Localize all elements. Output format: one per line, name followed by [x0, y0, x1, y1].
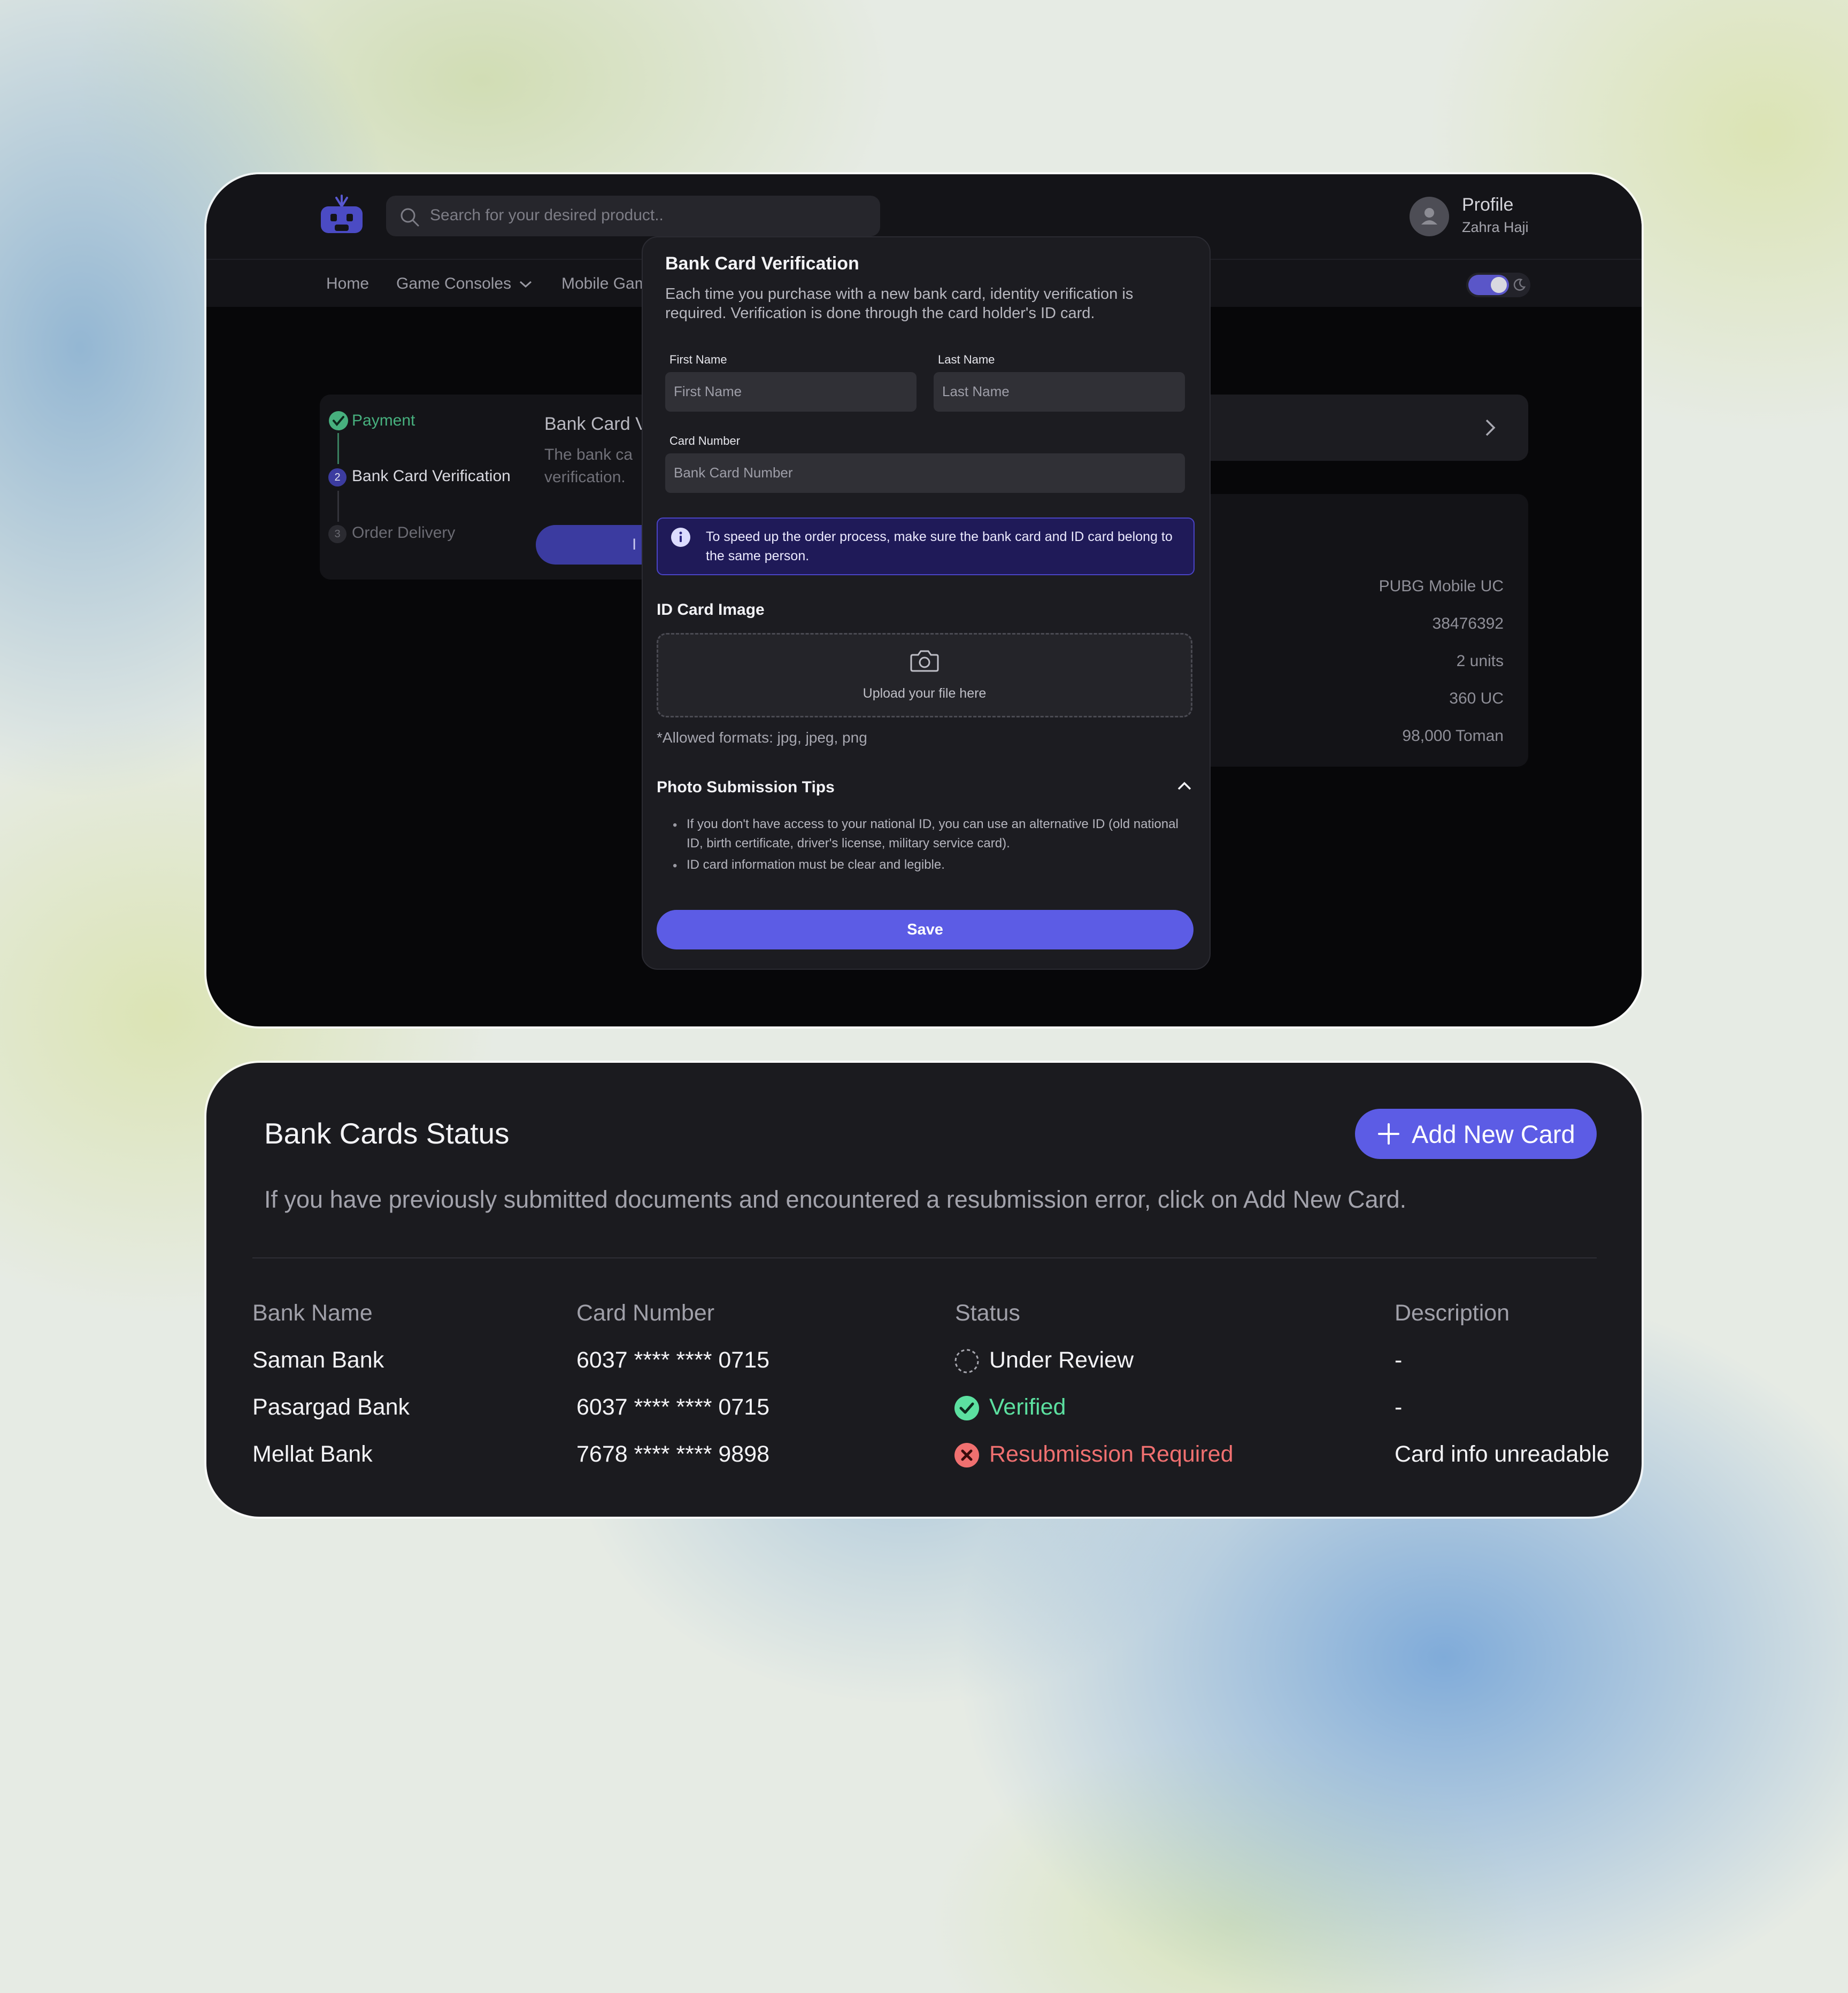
- table-row[interactable]: Saman Bank 6037 **** **** 0715 Under Rev…: [206, 1341, 1642, 1378]
- order-details-panel: PUBG Mobile UC 38476392 2 units 360 UC 9…: [1185, 494, 1528, 767]
- column-header-description: Description: [1395, 1300, 1510, 1326]
- check-circle-icon: [954, 1395, 980, 1421]
- first-name-label: First Name: [669, 353, 727, 366]
- step-payment-label: Payment: [352, 412, 415, 429]
- error-circle-icon: [954, 1442, 980, 1468]
- bank-name: Pasargad Bank: [252, 1394, 410, 1420]
- bank-name: Mellat Bank: [252, 1441, 373, 1467]
- status-text: Verified: [989, 1394, 1066, 1420]
- moon-icon: [1512, 278, 1526, 292]
- chevron-right-icon: [1484, 418, 1496, 437]
- description-text: -: [1395, 1394, 1403, 1420]
- tip-bullet: •: [673, 818, 677, 832]
- card-number-input[interactable]: Bank Card Number: [665, 453, 1185, 493]
- checkout-screen: Search for your desired product.. Profil…: [206, 174, 1642, 1026]
- step-connector: [337, 491, 339, 522]
- step-connector: [337, 433, 339, 464]
- panel-desc-line1: The bank ca: [544, 446, 633, 464]
- first-name-input[interactable]: First Name: [665, 372, 917, 412]
- allowed-formats: *Allowed formats: jpg, jpeg, png: [657, 729, 867, 746]
- status-title: Bank Cards Status: [264, 1117, 510, 1150]
- table-row[interactable]: Pasargad Bank 6037 **** **** 0715 Verifi…: [206, 1388, 1642, 1425]
- add-new-card-button[interactable]: Add New Card: [1355, 1109, 1597, 1159]
- modal-title: Bank Card Verification: [665, 253, 859, 274]
- table-row[interactable]: Mellat Bank 7678 **** **** 9898 Resubmis…: [206, 1435, 1642, 1472]
- order-product: PUBG Mobile UC: [1379, 577, 1504, 595]
- order-quantity: 2 units: [1456, 652, 1504, 670]
- column-header-card-number: Card Number: [576, 1300, 715, 1326]
- nav-home[interactable]: Home: [326, 275, 369, 293]
- order-price: 98,000 Toman: [1402, 727, 1504, 745]
- profile-name: Zahra Haji: [1462, 219, 1529, 235]
- search-bar[interactable]: Search for your desired product..: [386, 196, 880, 236]
- info-text: To speed up the order process, make sure…: [706, 529, 1173, 563]
- nav-mobile-games[interactable]: Mobile Gam: [561, 275, 648, 293]
- upload-text: Upload your file here: [863, 686, 987, 701]
- status-description: If you have previously submitted documen…: [264, 1186, 1407, 1213]
- payment-method-row[interactable]: [1185, 395, 1528, 461]
- order-amount: 360 UC: [1449, 690, 1504, 707]
- nav-game-consoles[interactable]: Game Consoles: [396, 275, 511, 293]
- card-number: 6037 **** **** 0715: [576, 1347, 770, 1373]
- modal-description: Each time you purchase with a new bank c…: [665, 285, 1134, 322]
- last-name-label: Last Name: [938, 353, 995, 366]
- chevron-down-icon: [519, 280, 533, 289]
- save-button[interactable]: Save: [657, 910, 1194, 949]
- check-circle-icon: [328, 411, 349, 431]
- search-icon: [399, 206, 420, 228]
- last-name-input[interactable]: Last Name: [934, 372, 1185, 412]
- tip-bullet: •: [673, 859, 677, 873]
- camera-icon: [910, 647, 940, 673]
- card-number-label: Card Number: [669, 434, 741, 447]
- search-placeholder: Search for your desired product..: [430, 206, 664, 224]
- avatar[interactable]: [1410, 197, 1449, 236]
- description-text: -: [1395, 1347, 1403, 1373]
- add-new-card-label: Add New Card: [1412, 1120, 1575, 1148]
- step-number-3: 3: [328, 525, 346, 543]
- plus-icon: [1377, 1123, 1400, 1145]
- column-header-bank-name: Bank Name: [252, 1300, 373, 1326]
- status-text: Under Review: [989, 1347, 1134, 1373]
- card-number: 7678 **** **** 9898: [576, 1441, 770, 1467]
- info-banner: To speed up the order process, make sure…: [657, 517, 1195, 575]
- file-upload-dropzone[interactable]: Upload your file here: [657, 633, 1192, 717]
- column-header-status: Status: [955, 1300, 1020, 1326]
- profile-title[interactable]: Profile: [1462, 195, 1513, 215]
- step-number-2: 2: [328, 468, 346, 486]
- order-id: 38476392: [1432, 615, 1504, 632]
- chevron-up-icon[interactable]: [1176, 781, 1192, 791]
- tip-item: If you don't have access to your nationa…: [687, 817, 1179, 851]
- panel-desc-line2: verification.: [544, 468, 626, 486]
- step-bank-verification-label: Bank Card Verification: [352, 467, 511, 485]
- bank-cards-status-card: Bank Cards Status Add New Card If you ha…: [206, 1063, 1642, 1517]
- theme-toggle[interactable]: [1466, 273, 1530, 297]
- bank-card-verification-modal: Bank Card Verification Each time you pur…: [642, 236, 1211, 970]
- id-card-image-title: ID Card Image: [657, 601, 765, 619]
- pending-icon: [954, 1348, 980, 1374]
- status-text: Resubmission Required: [989, 1441, 1234, 1467]
- card-number: 6037 **** **** 0715: [576, 1394, 770, 1420]
- divider: [252, 1257, 1597, 1258]
- description-text: Card info unreadable: [1395, 1441, 1610, 1467]
- tips-title: Photo Submission Tips: [657, 778, 835, 796]
- panel-title: Bank Card V: [544, 414, 648, 434]
- bank-name: Saman Bank: [252, 1347, 384, 1373]
- tip-item: ID card information must be clear and le…: [687, 858, 945, 872]
- logo-icon[interactable]: [319, 195, 365, 235]
- step-order-delivery-label: Order Delivery: [352, 524, 456, 542]
- info-icon: [671, 527, 691, 547]
- user-icon: [1421, 208, 1437, 225]
